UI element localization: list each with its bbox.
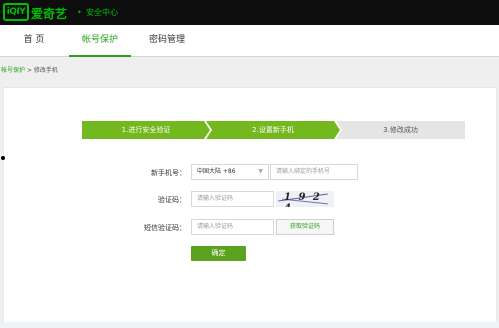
captcha-input[interactable]: 请输入验证码 bbox=[191, 191, 274, 207]
section-title: 安全中心 bbox=[86, 8, 118, 17]
step-verify: 1.进行安全验证 bbox=[82, 121, 210, 139]
breadcrumb-separator: > bbox=[26, 67, 32, 74]
captcha-label: 验证码： bbox=[158, 196, 186, 204]
phone-input[interactable]: 请输入绑定的手机号 bbox=[270, 164, 358, 180]
country-code-value: 中国大陆 +86 bbox=[197, 168, 236, 175]
nav-bar: 首 页 帐号保护 密码管理 bbox=[0, 25, 499, 57]
breadcrumb-parent-link[interactable]: 帐号保护 bbox=[1, 67, 25, 74]
breadcrumb: 帐号保护 > 修改手机 bbox=[1, 65, 58, 74]
bullet-dot-icon bbox=[1, 156, 5, 160]
sms-code-input[interactable]: 请输入验证码 bbox=[191, 219, 274, 235]
chevron-down-icon: ▼ bbox=[258, 168, 263, 175]
breadcrumb-current: 修改手机 bbox=[33, 67, 58, 74]
bottom-strip bbox=[0, 322, 499, 328]
country-code-select[interactable]: 中国大陆 +86 ▼ bbox=[191, 164, 269, 180]
phone-label: 新手机号： bbox=[151, 169, 186, 177]
step-success: 3.修改成功 bbox=[336, 121, 465, 139]
get-sms-code-button[interactable]: 获取验证码 bbox=[276, 219, 334, 235]
top-bar: iQIY 爱奇艺 • 安全中心 bbox=[0, 0, 499, 25]
brand-name[interactable]: 爱奇艺 bbox=[31, 5, 67, 22]
progress-steps: 1.进行安全验证 2.设置新手机 3.修改成功 bbox=[82, 121, 465, 139]
tab-home[interactable]: 首 页 bbox=[18, 25, 50, 57]
separator-dot-icon: • bbox=[77, 8, 82, 17]
tab-account-protect[interactable]: 帐号保护 bbox=[69, 25, 131, 57]
tab-password-manage[interactable]: 密码管理 bbox=[140, 25, 194, 57]
captcha-image[interactable]: 1 9 2 4 bbox=[276, 191, 334, 207]
step-set-phone: 2.设置新手机 bbox=[206, 121, 340, 139]
captcha-text: 1 9 2 4 bbox=[284, 192, 322, 207]
sms-code-label: 短信验证码： bbox=[144, 224, 186, 232]
confirm-button[interactable]: 确定 bbox=[191, 246, 246, 261]
iqiyi-logo[interactable]: iQIY bbox=[3, 3, 29, 21]
